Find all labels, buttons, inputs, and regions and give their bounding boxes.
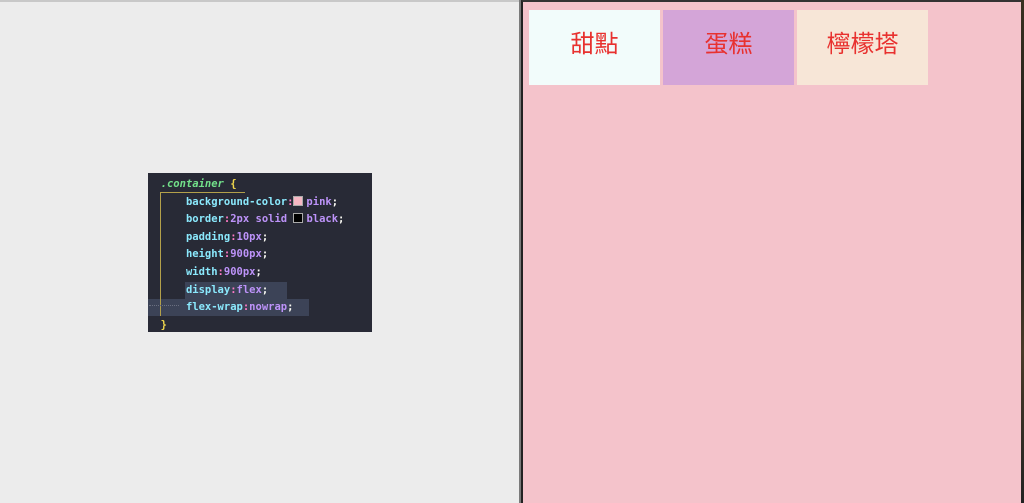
css-property: display: [185, 283, 231, 296]
css-property: padding: [185, 230, 231, 243]
css-value: nowrap: [249, 301, 288, 314]
code-line-display: display:flex;: [185, 283, 269, 296]
code-line-height: height:900px;: [185, 248, 269, 261]
css-value-color: black: [306, 213, 339, 226]
flex-container-preview: 甜點 蛋糕 檸檬塔: [521, 0, 1021, 503]
indent-guide: [160, 192, 161, 316]
css-value-style: solid: [249, 213, 294, 226]
css-value: 10px: [236, 230, 262, 243]
flex-item-cake: 蛋糕: [663, 10, 794, 85]
css-value: flex: [236, 283, 262, 296]
close-brace: }: [160, 318, 167, 331]
code-line-border: border:2px solid black;: [185, 213, 345, 226]
flex-item-label: 檸檬塔: [826, 30, 899, 58]
flex-item-label: 蛋糕: [704, 30, 753, 58]
flex-row: 甜點 蛋糕 檸檬塔: [529, 10, 931, 85]
css-value-number: 2px: [230, 213, 250, 226]
css-value: pink: [306, 195, 332, 208]
css-property: border: [185, 213, 224, 226]
flex-item-label: 甜點: [570, 30, 619, 58]
bracket-guide: [160, 192, 245, 193]
code-line-close: }: [148, 317, 372, 335]
css-property: height: [185, 248, 224, 261]
code-line-background-color: background-color: pink;: [185, 195, 339, 208]
open-brace: {: [230, 178, 237, 190]
css-value: 900px: [223, 265, 256, 278]
whitespace-dots: [149, 305, 179, 309]
pink-swatch-icon: [293, 195, 304, 206]
css-selector: .container: [160, 178, 224, 190]
css-value: 900px: [230, 248, 262, 261]
css-property: background-color: [185, 195, 288, 208]
black-swatch-icon: [293, 213, 304, 224]
css-property: width: [185, 265, 218, 278]
code-line-flex-wrap: flex-wrap:nowrap;: [185, 301, 294, 314]
flex-item-lemon-tart: 檸檬塔: [797, 10, 928, 85]
code-line-width: width:900px;: [185, 265, 262, 278]
css-code-snippet: .container { background-color: pink; bord…: [148, 173, 372, 332]
code-line-selector: .container {: [148, 176, 372, 194]
css-property: flex-wrap: [185, 301, 243, 314]
code-line-padding: padding:10px;: [185, 230, 269, 243]
flex-item-dessert: 甜點: [529, 10, 660, 85]
